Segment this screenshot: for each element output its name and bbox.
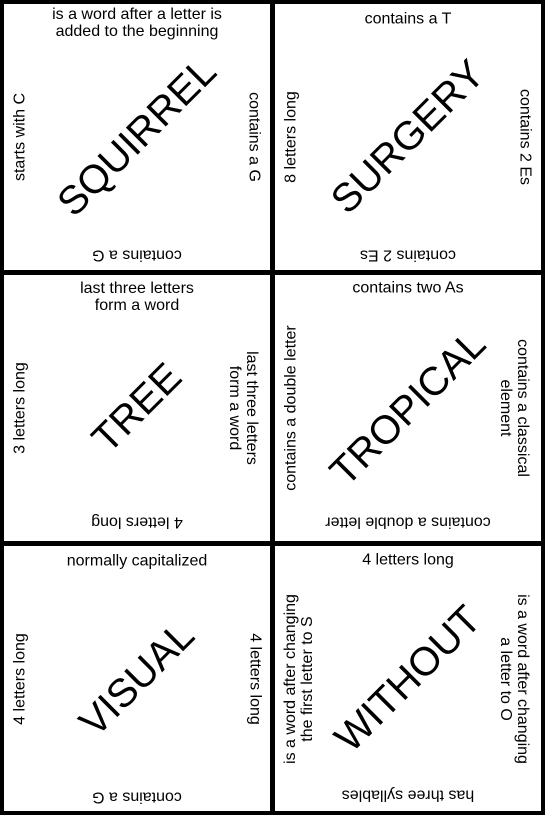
card-word: VISUAL	[71, 612, 203, 745]
clue-right: last three letters form a word	[226, 351, 260, 465]
clue-bottom: contains a G	[92, 246, 182, 264]
clue-right: contains a classical element	[497, 339, 531, 477]
card-tropical[interactable]: contains two As TROPICAL contains a clas…	[275, 275, 541, 541]
clue-top: contains two As	[352, 279, 464, 297]
clue-right: contains a G	[245, 92, 263, 182]
clue-right: contains 2 Es	[516, 88, 534, 186]
word-card-puzzle: is a word after a letter is added to the…	[0, 0, 545, 815]
clue-left: 8 letters long	[282, 91, 300, 183]
card-visual[interactable]: normally capitalized VISUAL 4 letters lo…	[4, 546, 270, 811]
clue-top: is a word after a letter is added to the…	[52, 6, 222, 40]
clue-bottom: contains a G	[92, 788, 182, 805]
clue-left: contains a double letter	[282, 325, 300, 491]
clue-bottom: contains a double letter	[325, 513, 491, 531]
clue-right: 4 letters long	[246, 632, 264, 725]
clue-left: is a word after changing the first lette…	[282, 593, 316, 764]
clue-top: contains a T	[364, 10, 452, 28]
clue-left: starts with C	[11, 93, 29, 182]
card-squirrel[interactable]: is a word after a letter is added to the…	[4, 4, 270, 270]
clue-top: 4 letters long	[362, 551, 454, 568]
clue-bottom: has three syllables	[341, 786, 475, 803]
clue-left: 3 letters long	[11, 362, 29, 454]
card-tree[interactable]: last three letters form a word TREE last…	[4, 275, 270, 541]
card-surgery[interactable]: contains a T SURGERY contains 2 Es conta…	[275, 4, 541, 270]
clue-right: is a word after changing a letter to O	[497, 593, 531, 764]
card-without[interactable]: 4 letters long WITHOUT is a word after c…	[275, 546, 541, 811]
card-word: TROPICAL	[321, 321, 495, 495]
clue-bottom: 4 letters long	[91, 513, 183, 531]
card-word: TREE	[83, 354, 191, 462]
card-word: SQUIRREL	[49, 49, 225, 225]
clue-top: last three letters form a word	[80, 280, 194, 314]
clue-left: 4 letters long	[11, 632, 29, 725]
card-word: SURGERY	[322, 51, 494, 223]
clue-top: normally capitalized	[66, 552, 208, 569]
clue-bottom: contains 2 Es	[359, 246, 457, 264]
card-word: WITHOUT	[326, 596, 490, 761]
